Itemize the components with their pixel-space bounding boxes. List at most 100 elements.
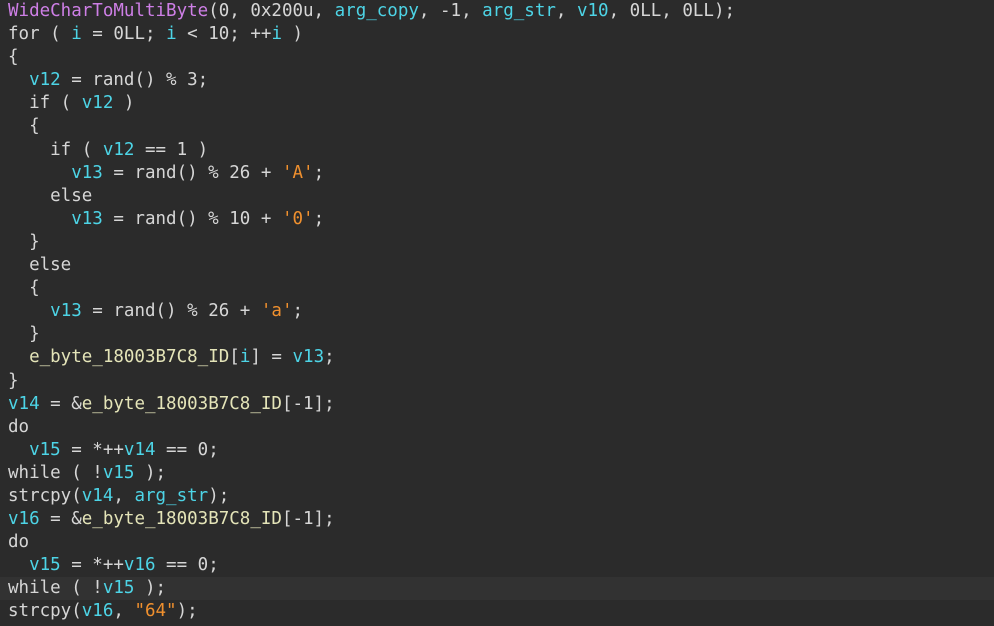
code-token: ; [324, 347, 335, 368]
variable-token[interactable]: v16 [82, 601, 114, 621]
variable-token[interactable]: i [240, 347, 251, 367]
code-line[interactable]: else [0, 254, 994, 277]
code-token: do [8, 532, 30, 553]
code-token: ); [134, 462, 167, 483]
variable-token[interactable]: v13 [293, 347, 325, 367]
variable-token[interactable]: v14 [8, 394, 40, 414]
code-line[interactable]: v13 = rand() % 26 + 'a'; [0, 300, 994, 323]
variable-token[interactable]: v15 [29, 555, 61, 575]
variable-token[interactable]: v13 [50, 301, 82, 321]
code-line[interactable]: else [0, 185, 994, 208]
code-token: } [8, 370, 19, 391]
code-line[interactable]: e_byte_18003B7C8_ID[i] = v13; [0, 346, 994, 369]
code-token: } [8, 231, 40, 252]
code-token: strcpy( [8, 601, 82, 622]
code-token: < 10; ++ [176, 24, 272, 45]
code-line[interactable]: if ( v12 ) [0, 92, 994, 115]
variable-token[interactable]: v16 [124, 555, 156, 575]
code-token: == 1 ) [134, 139, 209, 160]
function-token[interactable]: WideCharToMultiByte [8, 1, 208, 21]
code-token: [-1]; [281, 393, 335, 414]
code-line[interactable]: v13 = rand() % 26 + 'A'; [0, 162, 994, 185]
code-line[interactable]: while ( !v15 ); [0, 577, 994, 601]
code-line[interactable]: do [0, 416, 994, 439]
code-token: = rand() % 26 + [102, 162, 282, 183]
variable-token[interactable]: v12 [82, 93, 114, 113]
code-token: , [113, 601, 135, 622]
code-line[interactable]: } [0, 323, 994, 346]
code-line[interactable]: for ( i = 0LL; i < 10; ++i ) [0, 23, 994, 46]
code-line[interactable]: } [0, 231, 994, 254]
code-line[interactable]: v13 = rand() % 10 + '0'; [0, 208, 994, 231]
literal-token: 'a' [260, 301, 293, 322]
code-token: = & [39, 509, 82, 530]
global-token[interactable]: e_byte_18003B7C8_ID [82, 394, 282, 414]
code-line[interactable]: v12 = rand() % 3; [0, 69, 994, 92]
variable-token[interactable]: v13 [71, 163, 103, 183]
variable-token[interactable]: v13 [71, 209, 103, 229]
variable-token[interactable]: v14 [124, 440, 156, 460]
code-token: = 0LL; [81, 24, 167, 45]
code-line[interactable]: strcpy(v16, "64"); [0, 600, 994, 623]
code-token: ); [208, 485, 230, 506]
variable-token[interactable]: v12 [103, 140, 135, 160]
code-line[interactable]: v15 = *++v16 == 0; [0, 554, 994, 577]
global-token[interactable]: e_byte_18003B7C8_ID [82, 509, 282, 529]
variable-token[interactable]: i [271, 24, 282, 44]
code-token: { [8, 47, 19, 68]
code-line[interactable]: strcpy(v14, arg_str); [0, 485, 994, 508]
code-token: { [8, 116, 40, 137]
literal-token: "64" [134, 601, 177, 622]
code-line[interactable]: v14 = &e_byte_18003B7C8_ID[-1]; [0, 393, 994, 416]
variable-token[interactable]: v14 [82, 486, 114, 506]
variable-token[interactable]: arg_copy [335, 1, 419, 21]
variable-token[interactable]: i [71, 24, 82, 44]
code-token: while ( ! [8, 578, 103, 599]
code-line[interactable]: while ( !v15 ); [0, 462, 994, 485]
global-token[interactable]: e_byte_18003B7C8_ID [29, 347, 229, 367]
code-line[interactable]: } [0, 370, 994, 393]
code-token: while ( ! [8, 462, 103, 483]
code-line[interactable]: v15 = *++v14 == 0; [0, 439, 994, 462]
code-token: = & [39, 393, 82, 414]
code-token: , 0LL, 0LL); [608, 1, 736, 21]
variable-token[interactable]: v16 [8, 509, 40, 529]
code-token: } [8, 324, 40, 345]
pseudocode-view[interactable]: WideCharToMultiByte(0, 0x200u, arg_copy,… [0, 0, 994, 626]
code-token: ; [292, 301, 304, 322]
code-token: strcpy( [8, 485, 82, 506]
code-token: ) [281, 24, 304, 45]
code-token: ); [134, 578, 167, 599]
code-token: if ( [8, 93, 82, 114]
code-line[interactable]: { [0, 277, 994, 300]
variable-token[interactable]: i [166, 24, 177, 44]
variable-token[interactable]: arg_str [482, 1, 556, 21]
code-token: , [113, 485, 135, 506]
code-token: = rand() % 3; [60, 70, 209, 91]
code-token: for ( [8, 24, 72, 45]
code-token: else [8, 185, 93, 206]
code-token: { [8, 278, 40, 299]
code-line[interactable]: WideCharToMultiByte(0, 0x200u, arg_copy,… [0, 0, 994, 23]
code-line[interactable]: { [0, 46, 994, 69]
code-token: (0, 0x200u, [208, 1, 335, 21]
variable-token[interactable]: v12 [29, 70, 61, 90]
code-line[interactable]: v16 = &e_byte_18003B7C8_ID[-1]; [0, 508, 994, 531]
code-line[interactable]: do [0, 531, 994, 554]
code-token: == 0; [155, 555, 219, 576]
variable-token[interactable]: v10 [577, 1, 609, 21]
variable-token[interactable]: v15 [103, 578, 135, 598]
variable-token[interactable]: v15 [103, 463, 135, 483]
code-token: do [8, 416, 30, 437]
code-line[interactable]: { [0, 115, 994, 138]
code-token: , [555, 1, 577, 21]
variable-token[interactable]: v15 [29, 440, 61, 460]
variable-token[interactable]: arg_str [134, 486, 208, 506]
code-line[interactable]: if ( v12 == 1 ) [0, 139, 994, 162]
